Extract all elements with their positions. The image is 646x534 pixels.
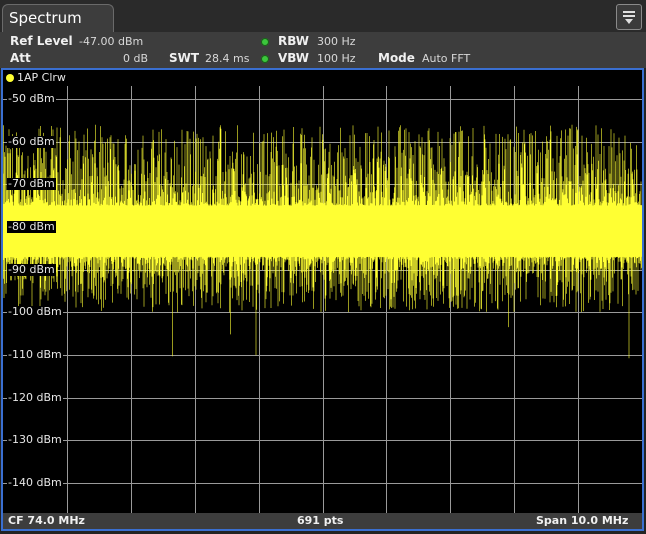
frequency-span[interactable]: Span 10.0 MHz [536, 514, 628, 527]
tab-spectrum[interactable]: Spectrum [2, 4, 114, 32]
att-value[interactable]: 0 dB [123, 52, 148, 65]
mode-value[interactable]: Auto FFT [422, 52, 470, 65]
ref-level-label: Ref Level [10, 34, 73, 48]
settings-panel: Ref Level -47.00 dBm Att 0 dB SWT 28.4 m… [0, 32, 646, 68]
menu-dropdown-button[interactable] [616, 4, 642, 30]
spectrum-diagram[interactable]: 1AP Clrw -50 dBm -60 dBm -70 dBm -80 dBm -90… [1, 68, 644, 531]
swt-value[interactable]: 28.4 ms [205, 52, 249, 65]
vbw-label: VBW [278, 51, 310, 65]
rbw-status-icon [261, 38, 269, 46]
center-frequency[interactable]: CF 74.0 MHz [8, 514, 85, 527]
trace-line [3, 124, 642, 359]
trace-header: 1AP Clrw [3, 70, 642, 86]
swt-label: SWT [169, 51, 200, 65]
y-tick-label: -110 dBm [7, 348, 63, 361]
rbw-value[interactable]: 300 Hz [317, 35, 356, 48]
spectrum-plot[interactable] [3, 86, 642, 513]
vbw-value[interactable]: 100 Hz [317, 52, 356, 65]
sweep-points[interactable]: 691 pts [297, 514, 343, 527]
y-tick-label: -130 dBm [7, 433, 63, 447]
plot-footer: CF 74.0 MHz 691 pts Span 10.0 MHz [3, 513, 642, 529]
y-tick-label: -100 dBm [7, 305, 63, 319]
trace-color-icon [6, 74, 14, 82]
y-tick-label: -90 dBm [7, 262, 56, 276]
rbw-label: RBW [278, 34, 309, 48]
y-tick-label: -60 dBm [7, 134, 56, 148]
y-tick-label: -50 dBm [7, 91, 56, 105]
y-tick-label: -120 dBm [7, 390, 63, 404]
menu-dropdown-icon [623, 11, 635, 24]
y-tick-label: -80 dBm [7, 219, 56, 233]
y-tick-label: -70 dBm [7, 177, 56, 191]
ref-level-value[interactable]: -47.00 dBm [79, 35, 143, 48]
mode-label: Mode [378, 51, 415, 65]
tab-bar: Spectrum [0, 0, 646, 32]
trace-label: 1AP Clrw [17, 71, 66, 84]
vbw-status-icon [261, 55, 269, 63]
att-label: Att [10, 51, 31, 65]
y-tick-label: -140 dBm [7, 476, 63, 490]
